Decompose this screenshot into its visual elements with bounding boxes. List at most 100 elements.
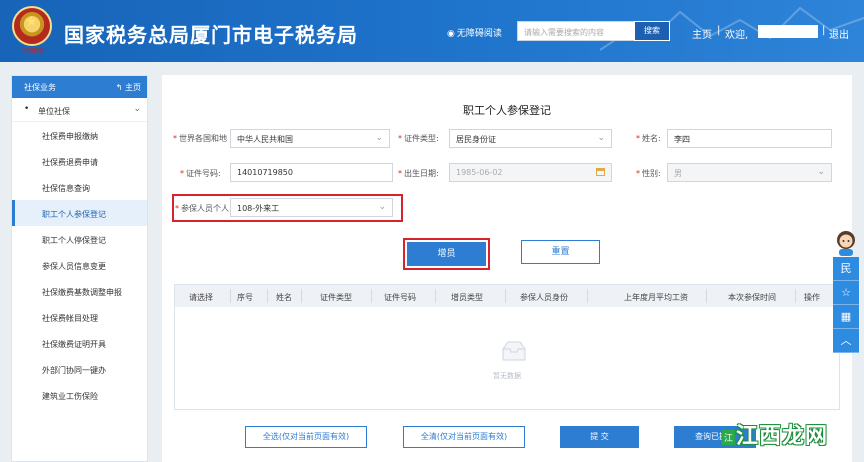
sidebar-item[interactable]: 职工个人停保登记 <box>12 226 147 252</box>
sidebar-item-label: 社保信息查询 <box>42 184 90 193</box>
sidebar-item-label: 参保人员信息变更 <box>42 262 106 271</box>
country-label: * 世界各国和地 <box>173 134 227 143</box>
identity-select[interactable]: 108-外来工 ⌄ <box>230 198 393 217</box>
birthdate-input: 1985-06-02 <box>449 163 612 182</box>
chevron-up-icon[interactable]: ︿ <box>833 329 859 353</box>
column-divider <box>795 289 796 303</box>
country-select[interactable]: 中华人民共和国 ⌄ <box>230 129 390 148</box>
column-divider <box>267 289 268 303</box>
table-column-header: 上年度月平均工资 <box>624 293 688 302</box>
birth-label: * 出生日期: <box>398 169 439 178</box>
gender-select: 男 ⌄ <box>667 163 832 182</box>
username-redacted <box>758 25 818 38</box>
nav-separator: | <box>717 25 721 36</box>
sidebar-items: 社保费申报缴纳 社保费退费申请 社保信息查询职工个人参保登记 职工个人停保登记 参保人员… <box>12 122 147 408</box>
clear-all-button[interactable]: 全清(仅对当前页面有效) <box>403 426 525 448</box>
logout-link[interactable]: 退出 <box>829 26 849 41</box>
floating-toolbar: 民 ☆ ▦ ︿ <box>833 257 859 353</box>
favorite-star-icon[interactable]: ☆ <box>833 281 859 305</box>
top-header: ★ 中国税务 国家税务总局厦门市电子税务局 ◉ 无障碍阅读 请输入需要搜索的内容 … <box>0 0 864 62</box>
search-input[interactable]: 请输入需要搜索的内容 <box>517 21 635 41</box>
column-divider <box>706 289 707 303</box>
emblem-text: 中国税务 <box>20 48 45 55</box>
sidebar-group-unit-social-security[interactable]: • 单位社保 ⌄ <box>12 98 147 122</box>
sidebar-item-label: 外部门协同一键办 <box>42 366 106 375</box>
welcome-text: 欢迎, <box>725 30 749 41</box>
name-input[interactable]: 李四 <box>667 129 832 148</box>
service-icon[interactable]: 民 <box>833 257 859 281</box>
add-member-button[interactable]: 增员 <box>407 242 486 266</box>
chevron-down-icon: ⌄ <box>817 167 825 177</box>
bullet-icon: • <box>24 104 30 114</box>
column-divider <box>230 289 231 303</box>
sidebar-item-label: 社保费退费申请 <box>42 158 98 167</box>
chevron-down-icon: ⌄ <box>378 202 386 212</box>
search-button[interactable]: 搜索 <box>634 21 670 41</box>
sidebar-item[interactable]: 社保费帐目处理 <box>12 304 147 330</box>
table-column-header: 请选择 <box>189 293 213 302</box>
table-column-header: 本次参保时间 <box>728 293 776 302</box>
column-divider <box>301 289 302 303</box>
sidebar-item[interactable]: 社保信息查询 <box>12 174 147 200</box>
back-arrow-icon: ↰ <box>115 83 123 92</box>
sidebar-item[interactable]: 参保人员信息变更 <box>12 252 147 278</box>
table-column-header: 参保人员身份 <box>520 293 568 302</box>
sidebar-item[interactable]: 社保缴费证明开具 <box>12 330 147 356</box>
sidebar-item-label: 社保费申报缴纳 <box>42 132 98 141</box>
sidebar-item-label: 社保缴费证明开具 <box>42 340 106 349</box>
table-column-header: 增员类型 <box>451 293 483 302</box>
sidebar-item[interactable]: 社保费退费申请 <box>12 148 147 174</box>
main-panel: 职工个人参保登记 * 世界各国和地 中华人民共和国 ⌄ * 证件类型: 居民身份证 ⌄ … <box>162 75 852 462</box>
watermark-tag: 江 <box>722 430 736 445</box>
accessibility-link[interactable]: ◉ 无障碍阅读 <box>447 26 502 39</box>
assistant-avatar-icon[interactable] <box>833 228 859 256</box>
idtype-select[interactable]: 居民身份证 ⌄ <box>449 129 612 148</box>
submit-button[interactable]: 提 交 <box>560 426 639 448</box>
sidebar-header: 社保业务 ↰ 主页 <box>12 76 147 98</box>
table-column-header: 姓名 <box>276 293 292 302</box>
sidebar-item[interactable]: 外部门协同一键办 <box>12 356 147 382</box>
sidebar-item[interactable]: 职工个人参保登记 <box>12 200 147 226</box>
column-divider <box>587 289 588 303</box>
column-divider <box>371 289 372 303</box>
column-divider <box>435 289 436 303</box>
idtype-label: * 证件类型: <box>398 134 439 143</box>
column-divider <box>505 289 506 303</box>
name-label: * 姓名: <box>636 134 661 143</box>
gender-label: * 性别: <box>636 169 661 178</box>
page-title: 职工个人参保登记 <box>463 104 551 117</box>
sidebar-item-label: 职工个人停保登记 <box>42 236 106 245</box>
calculator-icon[interactable]: ▦ <box>833 305 859 329</box>
idno-input[interactable]: 14010719850 <box>230 163 393 182</box>
sidebar-home-link[interactable]: ↰ 主页 <box>116 82 141 93</box>
chevron-down-icon: ⌄ <box>597 133 605 143</box>
sidebar-item-label: 建筑业工伤保险 <box>42 392 98 401</box>
sidebar-group-label: 单位社保 <box>38 107 70 116</box>
reset-button[interactable]: 重置 <box>521 240 600 264</box>
sidebar-item[interactable]: 社保缴费基数调整申报 <box>12 278 147 304</box>
empty-data-text: 暂无数据 <box>493 372 521 380</box>
member-table: 请选择 序号 姓名 证件类型 证件号码 增员类型 参保人员身份 上年度月平均工资 本次参保时间 操… <box>174 284 840 410</box>
sidebar-item-label: 职工个人参保登记 <box>42 210 106 219</box>
chevron-down-icon: ⌄ <box>375 133 383 143</box>
chevron-down-icon: ⌄ <box>133 104 141 114</box>
identity-label: * 参保人员个人 <box>175 204 229 213</box>
nav-home-link[interactable]: 主页 <box>692 26 712 41</box>
empty-inbox-icon <box>502 341 526 361</box>
eye-icon: ◉ <box>447 29 455 39</box>
sidebar: 社保业务 ↰ 主页 • 单位社保 ⌄ 社保费申报缴纳 社保费退费申请 社保信息查询职… <box>11 75 148 462</box>
calendar-icon <box>596 168 605 176</box>
sidebar-item[interactable]: 社保费申报缴纳 <box>12 122 147 148</box>
site-title: 国家税务总局厦门市电子税务局 <box>64 23 358 47</box>
sidebar-title: 社保业务 <box>24 83 56 92</box>
table-column-header: 序号 <box>237 293 253 302</box>
sidebar-item-label: 社保缴费基数调整申报 <box>42 288 122 297</box>
table-column-header: 操作 <box>804 293 820 302</box>
table-header: 请选择 序号 姓名 证件类型 证件号码 增员类型 参保人员身份 上年度月平均工资 本次参保时间 操… <box>175 285 839 307</box>
sidebar-item[interactable]: 建筑业工伤保险 <box>12 382 147 408</box>
table-column-header: 证件号码 <box>384 293 416 302</box>
select-all-button[interactable]: 全选(仅对当前页面有效) <box>245 426 367 448</box>
sidebar-item-label: 社保费帐目处理 <box>42 314 98 323</box>
nav-separator: | <box>822 25 826 36</box>
idno-label: * 证件号码: <box>180 169 221 178</box>
